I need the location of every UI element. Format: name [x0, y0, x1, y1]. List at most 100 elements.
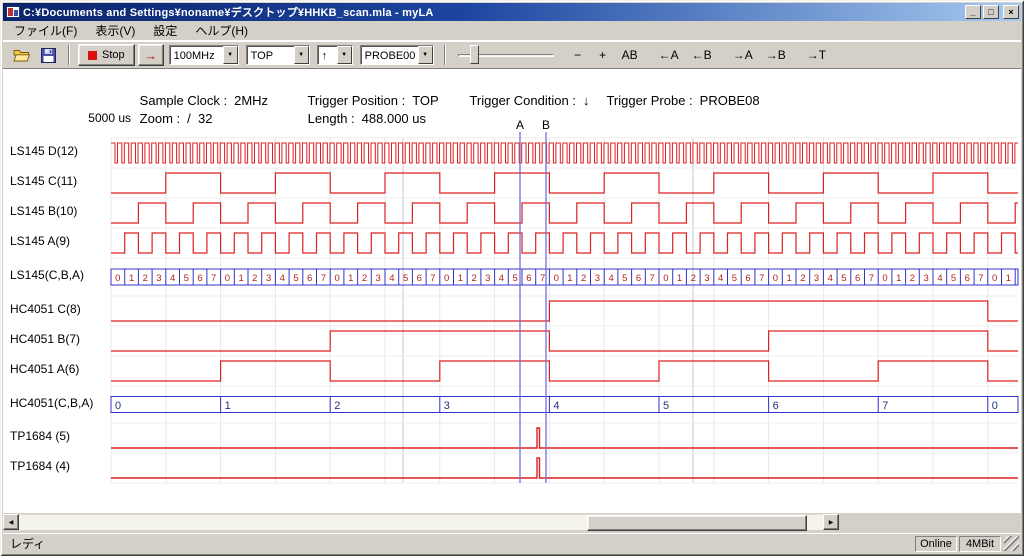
bus-value: 1 — [786, 273, 791, 284]
menu-settings[interactable]: 設定 — [144, 20, 186, 41]
bus-value: 5 — [732, 273, 737, 284]
menu-view[interactable]: 表示(V) — [86, 20, 144, 41]
bus-value: 3 — [444, 400, 450, 412]
bus-value: 2 — [143, 273, 148, 284]
waveform-canvas: 0123456701234567012345670123456701234567… — [3, 69, 1021, 513]
bus-value: 3 — [704, 273, 709, 284]
bus-value: 6 — [417, 273, 422, 284]
bus-value: 6 — [745, 273, 750, 284]
bus-value: 2 — [910, 273, 915, 284]
bus-value: 7 — [978, 273, 983, 284]
save-floppy-icon — [41, 48, 56, 63]
bus-value: 1 — [239, 273, 244, 284]
waveform — [111, 331, 1018, 351]
bus-value: 3 — [595, 273, 600, 284]
trigger-probe-select[interactable]: PROBE00 ▼ — [360, 45, 434, 65]
bus-value: 5 — [403, 273, 408, 284]
toolbar-separator — [68, 45, 70, 65]
close-button[interactable]: × — [1003, 5, 1019, 19]
bus-value: 0 — [334, 273, 339, 284]
goto-cursor-a-left-button[interactable]: ←A — [654, 44, 684, 66]
bus-value: 1 — [348, 273, 353, 284]
bus-value: 6 — [636, 273, 641, 284]
bus-value: 6 — [773, 400, 779, 412]
bus-value: 6 — [197, 273, 202, 284]
bus-value: 1 — [458, 273, 463, 284]
goto-trigger-button[interactable]: →T — [802, 44, 831, 66]
dropdown-arrow-icon[interactable]: ▼ — [337, 46, 352, 64]
bus-value: 0 — [115, 400, 121, 412]
bus-value: 0 — [444, 273, 449, 284]
open-file-button[interactable] — [9, 43, 34, 67]
waveform — [111, 233, 1018, 253]
zoom-in-button[interactable]: + — [592, 44, 614, 66]
goto-cursor-b-right-button[interactable]: →B — [761, 44, 791, 66]
waveform — [111, 301, 1018, 321]
bus-value: 1 — [1006, 273, 1011, 284]
scrollbar-track[interactable] — [19, 514, 823, 530]
bus-value: 7 — [869, 273, 874, 284]
bus-value: 2 — [581, 273, 586, 284]
goto-cursor-b-left-button[interactable]: ←B — [687, 44, 717, 66]
open-folder-icon — [13, 48, 30, 63]
bus-value: 2 — [334, 400, 340, 412]
bus-value: 2 — [800, 273, 805, 284]
bus-value: 4 — [280, 273, 285, 284]
dropdown-arrow-icon[interactable]: ▼ — [294, 46, 309, 64]
toolbar-separator — [444, 45, 446, 65]
run-button[interactable]: → — [138, 44, 164, 66]
zoom-slider[interactable] — [458, 45, 554, 65]
menu-file[interactable]: ファイル(F) — [5, 20, 86, 41]
bus-value: 0 — [992, 273, 997, 284]
bus-value: 7 — [540, 273, 545, 284]
bus-value: 3 — [376, 273, 381, 284]
bus-value: 0 — [554, 273, 559, 284]
app-window: C:¥Documents and Settings¥noname¥デスクトップ¥… — [0, 0, 1024, 556]
scroll-left-button[interactable]: ◀ — [3, 514, 19, 530]
dropdown-arrow-icon[interactable]: ▼ — [223, 46, 238, 64]
maximize-button[interactable]: □ — [983, 5, 999, 19]
bus-value: 5 — [622, 273, 627, 284]
stop-button[interactable]: Stop — [78, 44, 135, 66]
minimize-button[interactable]: _ — [965, 5, 981, 19]
scrollbar-thumb[interactable] — [587, 515, 807, 531]
menu-help[interactable]: ヘルプ(H) — [186, 20, 257, 41]
zoom-slider-thumb[interactable] — [470, 45, 479, 64]
toolbar: Stop → 100MHz ▼ TOP ▼ ↑ ▼ PROBE00 ▼ − + … — [3, 41, 1021, 69]
stop-icon — [88, 51, 97, 60]
waveform — [111, 458, 1018, 478]
bus-value: 6 — [855, 273, 860, 284]
bus-value: 0 — [115, 273, 120, 284]
bus-value: 7 — [649, 273, 654, 284]
waveform-panel: Sample Clock :2MHz Trigger Position :TOP… — [3, 69, 1021, 513]
trigger-position-select[interactable]: TOP ▼ — [246, 45, 310, 65]
waveform — [111, 203, 1018, 223]
bus-value: 7 — [430, 273, 435, 284]
bus-value: 1 — [896, 273, 901, 284]
save-file-button[interactable] — [37, 43, 60, 67]
bus-value: 6 — [526, 273, 531, 284]
trigger-edge-select[interactable]: ↑ ▼ — [317, 45, 353, 65]
window-title: C:¥Documents and Settings¥noname¥デスクトップ¥… — [23, 4, 965, 20]
bus-value: 0 — [663, 273, 668, 284]
resize-grip[interactable] — [1004, 536, 1019, 551]
zoom-out-button[interactable]: − — [567, 44, 589, 66]
scroll-right-button[interactable]: ▶ — [823, 514, 839, 530]
bus-value: 7 — [759, 273, 764, 284]
sample-clock-select[interactable]: 100MHz ▼ — [169, 45, 239, 65]
bus-value: 4 — [170, 273, 175, 284]
horizontal-scrollbar[interactable]: ◀ ▶ — [3, 514, 839, 530]
bus-value: 1 — [567, 273, 572, 284]
bus-value: 1 — [677, 273, 682, 284]
dropdown-arrow-icon[interactable]: ▼ — [418, 46, 433, 64]
app-icon — [6, 6, 20, 18]
bus-value: 4 — [553, 400, 559, 412]
status-message: レディ — [10, 535, 45, 552]
zoom-ab-button[interactable]: AB — [617, 44, 643, 66]
titlebar[interactable]: C:¥Documents and Settings¥noname¥デスクトップ¥… — [3, 3, 1021, 21]
bus-value: 0 — [882, 273, 887, 284]
waveform — [111, 428, 1018, 448]
bus-value: 4 — [718, 273, 723, 284]
goto-cursor-a-right-button[interactable]: →A — [728, 44, 758, 66]
bus-value: 5 — [663, 400, 669, 412]
